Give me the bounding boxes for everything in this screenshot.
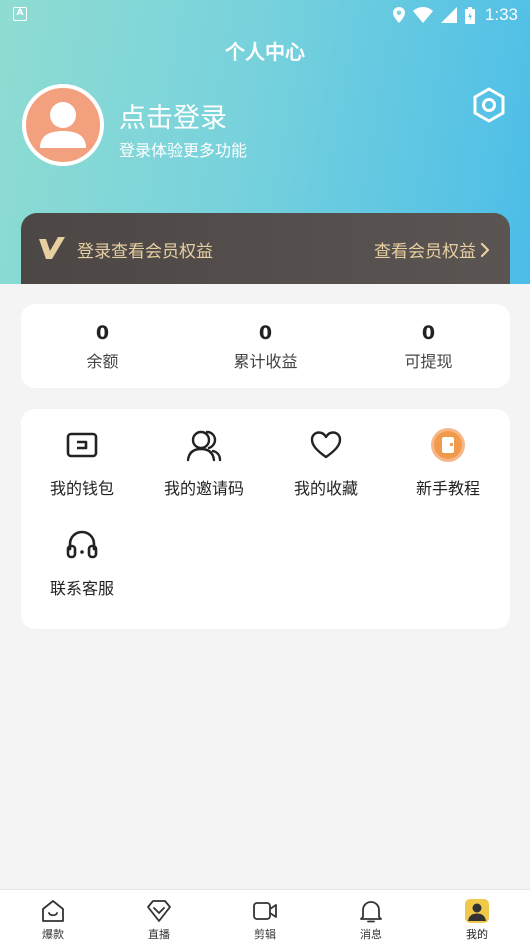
tutorial-icon <box>431 428 465 462</box>
invite-icon <box>186 430 222 462</box>
vip-view-benefits-link[interactable]: 查看会员权益 <box>374 237 490 262</box>
user-silhouette-icon <box>40 102 86 148</box>
tab-label: 我的 <box>466 928 488 941</box>
menu-item-wallet[interactable]: 我的钱包 <box>21 427 143 499</box>
header: A 1:33 个人中心 点击登录 登录体验更多功能 登录查看会员权益 查看会员权… <box>0 0 530 284</box>
notification-badge-icon: A <box>13 7 27 21</box>
tab-label: 消息 <box>360 928 382 941</box>
status-bar: A 1:33 <box>0 0 530 30</box>
vip-view-benefits-label: 查看会员权益 <box>374 242 476 262</box>
login-subtitle: 登录体验更多功能 <box>119 141 248 160</box>
heart-icon <box>310 431 342 459</box>
stat-balance[interactable]: 0 余额 <box>21 304 184 388</box>
chevron-right-icon <box>480 242 490 257</box>
menu-label: 联系客服 <box>49 579 114 598</box>
page-title: 个人中心 <box>225 40 305 64</box>
menu-label: 我的邀请码 <box>163 479 244 498</box>
vip-login-label: 登录查看会员权益 <box>77 242 213 262</box>
tab-label: 剪辑 <box>254 928 276 941</box>
tab-live[interactable]: 直播 <box>106 890 212 946</box>
wifi-icon <box>412 7 433 23</box>
login-title[interactable]: 点击登录 <box>119 96 227 135</box>
tab-me[interactable]: 我的 <box>424 890 530 946</box>
video-icon <box>253 902 277 920</box>
menu-item-invite-code[interactable]: 我的邀请码 <box>143 427 265 499</box>
status-time: 1:33 <box>484 5 518 24</box>
settings-icon[interactable] <box>470 86 508 124</box>
menu-item-customer-service[interactable]: 联系客服 <box>21 527 143 599</box>
stat-label: 余额 <box>86 352 119 371</box>
headset-icon <box>66 530 98 559</box>
menu-label: 新手教程 <box>415 479 480 498</box>
vip-v-icon <box>39 237 65 259</box>
home-icon <box>42 900 64 922</box>
bell-icon <box>360 901 382 923</box>
location-icon <box>392 7 405 23</box>
tab-messages[interactable]: 消息 <box>318 890 424 946</box>
signal-icon <box>440 7 457 23</box>
stat-label: 累计收益 <box>233 352 298 371</box>
tab-label: 爆款 <box>42 928 64 941</box>
tab-bar: 爆款 直播 剪辑 消息 我的 <box>0 889 530 946</box>
vip-banner[interactable]: 登录查看会员权益 查看会员权益 <box>21 213 510 284</box>
menu-item-favorites[interactable]: 我的收藏 <box>265 427 387 499</box>
profile-icon <box>465 899 489 923</box>
tab-hot[interactable]: 爆款 <box>0 890 106 946</box>
menu-label: 我的收藏 <box>293 479 358 498</box>
wallet-icon <box>66 432 98 458</box>
avatar[interactable] <box>22 84 104 166</box>
menu-label: 我的钱包 <box>49 479 114 498</box>
status-icons: 1:33 <box>392 4 518 26</box>
stat-label: 可提现 <box>404 352 453 371</box>
stat-value: 0 <box>95 322 110 344</box>
menu-card: 我的钱包 我的邀请码 我的收藏 新手教程 联系客服 <box>21 409 510 629</box>
menu-item-tutorial[interactable]: 新手教程 <box>387 427 509 499</box>
battery-icon <box>464 6 475 24</box>
stats-card: 0 余额 0 累计收益 0 可提现 <box>21 304 510 388</box>
tab-edit[interactable]: 剪辑 <box>212 890 318 946</box>
tab-label: 直播 <box>148 928 170 941</box>
stat-value: 0 <box>258 322 273 344</box>
live-icon <box>147 900 171 922</box>
stat-withdrawable[interactable]: 0 可提现 <box>347 304 510 388</box>
stat-value: 0 <box>421 322 436 344</box>
stat-total-earnings[interactable]: 0 累计收益 <box>184 304 347 388</box>
